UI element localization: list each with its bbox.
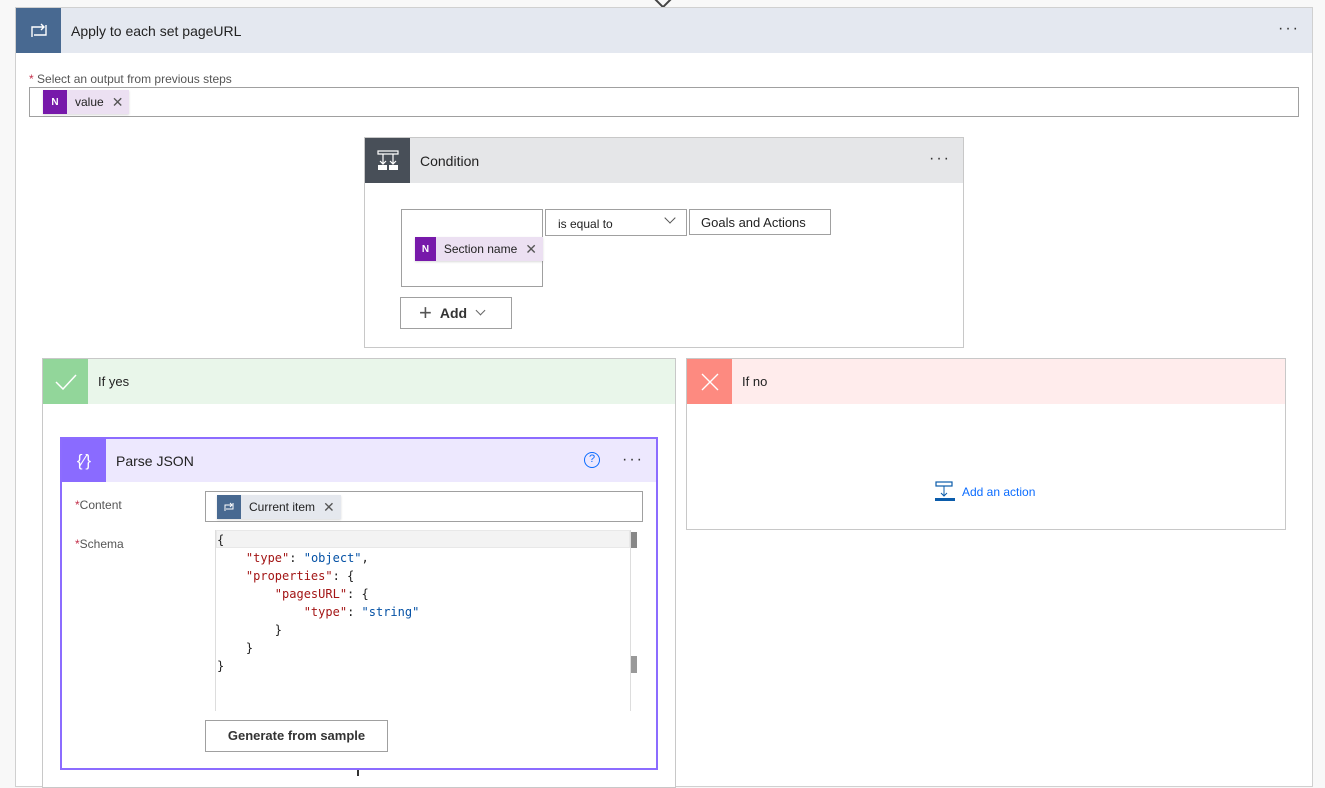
schema-code: { "type": "object", "properties": { "pag… [217, 531, 419, 675]
output-label-text: Select an output from previous steps [37, 72, 232, 86]
loop-icon [16, 8, 61, 53]
condition-card: Condition ··· N Section name ✕ is equal … [364, 137, 964, 348]
apply-to-each-title: Apply to each set pageURL [71, 22, 242, 39]
apply-to-each-header[interactable]: Apply to each set pageURL ··· [16, 8, 1312, 53]
parse-json-title: Parse JSON [116, 452, 194, 469]
value-token[interactable]: N value ✕ [43, 90, 130, 114]
if-no-header[interactable]: If no [687, 359, 1285, 404]
help-icon[interactable]: ? [584, 452, 600, 468]
if-no-title: If no [742, 374, 768, 389]
scrollbar-thumb [631, 656, 637, 673]
chevron-down-icon [664, 212, 676, 224]
add-label: Add [439, 305, 468, 321]
content-label: *Content [75, 498, 122, 512]
onenote-icon: N [415, 237, 436, 261]
output-input[interactable]: N value ✕ [29, 87, 1299, 117]
schema-line: } [217, 623, 283, 637]
if-yes-title: If yes [98, 374, 130, 389]
remove-token-icon[interactable]: ✕ [323, 499, 341, 516]
remove-token-icon[interactable]: ✕ [525, 241, 543, 258]
check-icon [43, 359, 88, 404]
schema-editor[interactable]: { "type": "object", "properties": { "pag… [215, 530, 643, 711]
onenote-icon: N [43, 90, 67, 114]
schema-line: "pagesURL": { [274, 587, 369, 601]
loop-icon [217, 495, 241, 519]
schema-line: } [217, 641, 254, 655]
output-label: * Select an output from previous steps [29, 72, 232, 86]
scrollbar-thumb[interactable] [631, 532, 637, 548]
add-action-icon [935, 481, 955, 501]
more-options-icon[interactable]: ··· [929, 150, 951, 168]
condition-left-operand[interactable]: N Section name ✕ [401, 209, 543, 287]
content-input[interactable]: Current item ✕ [205, 491, 643, 522]
parse-json-card: {⁄} Parse JSON ? ··· *Content Current it… [60, 437, 658, 770]
plus-icon: + [419, 300, 432, 325]
schema-line: } [217, 659, 225, 673]
generate-label: Generate from sample [227, 728, 366, 743]
scrollbar[interactable] [630, 530, 631, 711]
condition-title: Condition [420, 152, 480, 169]
section-name-label: Section name [443, 242, 518, 256]
condition-icon [365, 138, 410, 183]
add-an-action-link[interactable]: Add an action [935, 481, 1035, 502]
schema-line: { [217, 533, 225, 547]
current-item-label: Current item [249, 500, 316, 514]
operator-dropdown[interactable]: is equal to [545, 209, 687, 236]
content-label-text: Content [79, 498, 122, 512]
remove-token-icon[interactable]: ✕ [112, 94, 130, 111]
operator-value: is equal to [558, 217, 613, 231]
section-name-token[interactable]: N Section name ✕ [415, 237, 543, 261]
condition-header[interactable]: Condition ··· [365, 138, 963, 183]
current-item-token[interactable]: Current item ✕ [217, 495, 341, 519]
schema-line: "properties": { [245, 569, 355, 583]
schema-line: "type": "object", [245, 551, 369, 565]
add-button[interactable]: + Add [400, 297, 512, 329]
generate-from-sample-button[interactable]: Generate from sample [205, 720, 388, 752]
value-token-label: value [75, 95, 104, 109]
chevron-down-icon [475, 305, 486, 316]
parse-json-header[interactable]: {⁄} Parse JSON ? ··· [62, 439, 656, 482]
schema-line: "type": "string" [303, 605, 420, 619]
condition-value-input[interactable]: Goals and Actions [689, 209, 831, 235]
more-options-icon[interactable]: ··· [1278, 20, 1300, 38]
condition-value: Goals and Actions [701, 215, 806, 230]
parse-json-icon: {⁄} [62, 439, 106, 482]
x-icon [687, 359, 732, 404]
if-yes-header[interactable]: If yes [43, 359, 675, 404]
connector-line [357, 770, 359, 776]
schema-label: *Schema [75, 537, 124, 551]
if-no-branch: If no Add an action [686, 358, 1286, 530]
schema-label-text: Schema [79, 537, 124, 551]
add-an-action-label: Add an action [962, 484, 1036, 499]
more-options-icon[interactable]: ··· [622, 451, 644, 469]
